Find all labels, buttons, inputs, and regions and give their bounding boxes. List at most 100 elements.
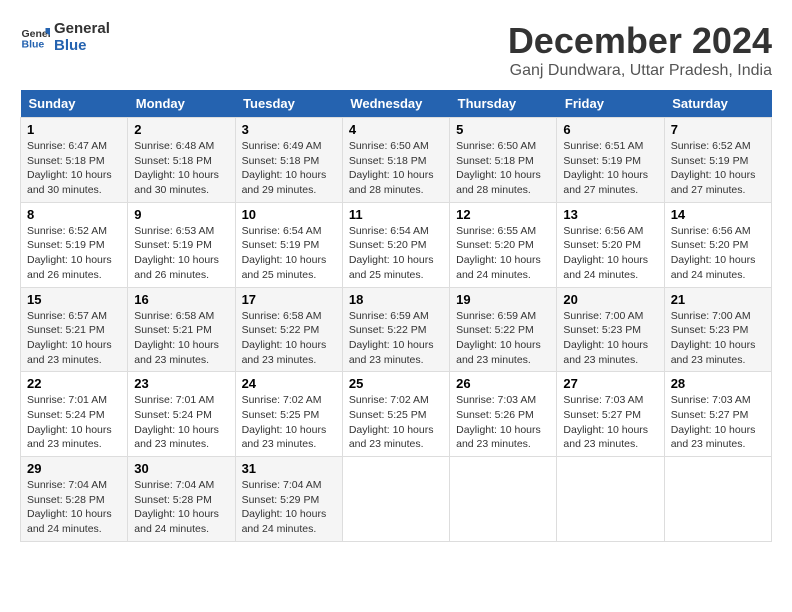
day-number: 6 — [563, 122, 657, 137]
calendar-cell: 26 Sunrise: 7:03 AMSunset: 5:26 PMDaylig… — [450, 372, 557, 457]
calendar-cell: 16 Sunrise: 6:58 AMSunset: 5:21 PMDaylig… — [128, 287, 235, 372]
day-info: Sunrise: 6:50 AMSunset: 5:18 PMDaylight:… — [349, 139, 443, 198]
day-number: 29 — [27, 461, 121, 476]
day-info: Sunrise: 7:03 AMSunset: 5:27 PMDaylight:… — [563, 393, 657, 452]
calendar-cell: 23 Sunrise: 7:01 AMSunset: 5:24 PMDaylig… — [128, 372, 235, 457]
weekday-header-tuesday: Tuesday — [235, 90, 342, 118]
day-info: Sunrise: 6:51 AMSunset: 5:19 PMDaylight:… — [563, 139, 657, 198]
calendar-week-3: 15 Sunrise: 6:57 AMSunset: 5:21 PMDaylig… — [21, 287, 772, 372]
calendar-cell: 22 Sunrise: 7:01 AMSunset: 5:24 PMDaylig… — [21, 372, 128, 457]
calendar-cell: 30 Sunrise: 7:04 AMSunset: 5:28 PMDaylig… — [128, 457, 235, 542]
day-number: 23 — [134, 376, 228, 391]
day-number: 20 — [563, 292, 657, 307]
day-info: Sunrise: 7:03 AMSunset: 5:27 PMDaylight:… — [671, 393, 765, 452]
page-title: December 2024 — [508, 20, 772, 62]
day-number: 31 — [242, 461, 336, 476]
day-number: 21 — [671, 292, 765, 307]
day-number: 9 — [134, 207, 228, 222]
calendar-cell: 31 Sunrise: 7:04 AMSunset: 5:29 PMDaylig… — [235, 457, 342, 542]
calendar-cell: 18 Sunrise: 6:59 AMSunset: 5:22 PMDaylig… — [342, 287, 449, 372]
logo-line1: General — [54, 20, 110, 37]
page-subtitle: Ganj Dundwara, Uttar Pradesh, India — [508, 62, 772, 80]
calendar-cell — [557, 457, 664, 542]
day-info: Sunrise: 6:55 AMSunset: 5:20 PMDaylight:… — [456, 224, 550, 283]
day-info: Sunrise: 6:58 AMSunset: 5:21 PMDaylight:… — [134, 309, 228, 368]
svg-text:Blue: Blue — [22, 39, 45, 51]
calendar-cell: 3 Sunrise: 6:49 AMSunset: 5:18 PMDayligh… — [235, 118, 342, 203]
calendar-table: SundayMondayTuesdayWednesdayThursdayFrid… — [20, 90, 772, 542]
day-info: Sunrise: 6:57 AMSunset: 5:21 PMDaylight:… — [27, 309, 121, 368]
logo: General Blue General Blue — [20, 20, 110, 54]
day-number: 30 — [134, 461, 228, 476]
logo-line2: Blue — [54, 37, 110, 54]
day-number: 25 — [349, 376, 443, 391]
day-info: Sunrise: 6:49 AMSunset: 5:18 PMDaylight:… — [242, 139, 336, 198]
calendar-week-5: 29 Sunrise: 7:04 AMSunset: 5:28 PMDaylig… — [21, 457, 772, 542]
calendar-cell: 10 Sunrise: 6:54 AMSunset: 5:19 PMDaylig… — [235, 202, 342, 287]
day-number: 16 — [134, 292, 228, 307]
day-info: Sunrise: 6:59 AMSunset: 5:22 PMDaylight:… — [349, 309, 443, 368]
calendar-cell — [450, 457, 557, 542]
day-number: 17 — [242, 292, 336, 307]
day-number: 5 — [456, 122, 550, 137]
calendar-cell: 27 Sunrise: 7:03 AMSunset: 5:27 PMDaylig… — [557, 372, 664, 457]
day-info: Sunrise: 7:01 AMSunset: 5:24 PMDaylight:… — [27, 393, 121, 452]
weekday-header-wednesday: Wednesday — [342, 90, 449, 118]
calendar-cell: 29 Sunrise: 7:04 AMSunset: 5:28 PMDaylig… — [21, 457, 128, 542]
day-info: Sunrise: 6:53 AMSunset: 5:19 PMDaylight:… — [134, 224, 228, 283]
day-number: 19 — [456, 292, 550, 307]
calendar-week-2: 8 Sunrise: 6:52 AMSunset: 5:19 PMDayligh… — [21, 202, 772, 287]
calendar-cell: 17 Sunrise: 6:58 AMSunset: 5:22 PMDaylig… — [235, 287, 342, 372]
day-number: 4 — [349, 122, 443, 137]
calendar-cell: 28 Sunrise: 7:03 AMSunset: 5:27 PMDaylig… — [664, 372, 771, 457]
day-info: Sunrise: 7:02 AMSunset: 5:25 PMDaylight:… — [349, 393, 443, 452]
day-number: 28 — [671, 376, 765, 391]
day-number: 26 — [456, 376, 550, 391]
calendar-cell: 20 Sunrise: 7:00 AMSunset: 5:23 PMDaylig… — [557, 287, 664, 372]
calendar-cell: 19 Sunrise: 6:59 AMSunset: 5:22 PMDaylig… — [450, 287, 557, 372]
calendar-week-1: 1 Sunrise: 6:47 AMSunset: 5:18 PMDayligh… — [21, 118, 772, 203]
day-info: Sunrise: 7:00 AMSunset: 5:23 PMDaylight:… — [563, 309, 657, 368]
day-number: 22 — [27, 376, 121, 391]
day-info: Sunrise: 6:56 AMSunset: 5:20 PMDaylight:… — [563, 224, 657, 283]
calendar-cell: 12 Sunrise: 6:55 AMSunset: 5:20 PMDaylig… — [450, 202, 557, 287]
logo-icon: General Blue — [20, 22, 50, 52]
calendar-cell: 13 Sunrise: 6:56 AMSunset: 5:20 PMDaylig… — [557, 202, 664, 287]
calendar-cell: 8 Sunrise: 6:52 AMSunset: 5:19 PMDayligh… — [21, 202, 128, 287]
day-info: Sunrise: 6:47 AMSunset: 5:18 PMDaylight:… — [27, 139, 121, 198]
day-number: 7 — [671, 122, 765, 137]
day-number: 27 — [563, 376, 657, 391]
day-info: Sunrise: 6:58 AMSunset: 5:22 PMDaylight:… — [242, 309, 336, 368]
day-info: Sunrise: 6:54 AMSunset: 5:20 PMDaylight:… — [349, 224, 443, 283]
day-number: 3 — [242, 122, 336, 137]
day-info: Sunrise: 7:01 AMSunset: 5:24 PMDaylight:… — [134, 393, 228, 452]
day-number: 8 — [27, 207, 121, 222]
day-info: Sunrise: 6:52 AMSunset: 5:19 PMDaylight:… — [671, 139, 765, 198]
calendar-cell — [664, 457, 771, 542]
weekday-header-monday: Monday — [128, 90, 235, 118]
day-info: Sunrise: 7:02 AMSunset: 5:25 PMDaylight:… — [242, 393, 336, 452]
header: General Blue General Blue December 2024 … — [20, 20, 772, 80]
calendar-cell: 24 Sunrise: 7:02 AMSunset: 5:25 PMDaylig… — [235, 372, 342, 457]
day-number: 18 — [349, 292, 443, 307]
day-info: Sunrise: 6:59 AMSunset: 5:22 PMDaylight:… — [456, 309, 550, 368]
calendar-cell — [342, 457, 449, 542]
calendar-cell: 11 Sunrise: 6:54 AMSunset: 5:20 PMDaylig… — [342, 202, 449, 287]
weekday-header-sunday: Sunday — [21, 90, 128, 118]
day-number: 11 — [349, 207, 443, 222]
weekday-header-row: SundayMondayTuesdayWednesdayThursdayFrid… — [21, 90, 772, 118]
day-number: 12 — [456, 207, 550, 222]
calendar-cell: 14 Sunrise: 6:56 AMSunset: 5:20 PMDaylig… — [664, 202, 771, 287]
calendar-cell: 25 Sunrise: 7:02 AMSunset: 5:25 PMDaylig… — [342, 372, 449, 457]
day-number: 10 — [242, 207, 336, 222]
day-number: 15 — [27, 292, 121, 307]
title-area: December 2024 Ganj Dundwara, Uttar Prade… — [508, 20, 772, 80]
weekday-header-thursday: Thursday — [450, 90, 557, 118]
calendar-cell: 7 Sunrise: 6:52 AMSunset: 5:19 PMDayligh… — [664, 118, 771, 203]
calendar-cell: 1 Sunrise: 6:47 AMSunset: 5:18 PMDayligh… — [21, 118, 128, 203]
day-info: Sunrise: 7:03 AMSunset: 5:26 PMDaylight:… — [456, 393, 550, 452]
day-info: Sunrise: 7:04 AMSunset: 5:29 PMDaylight:… — [242, 478, 336, 537]
day-number: 14 — [671, 207, 765, 222]
day-info: Sunrise: 6:52 AMSunset: 5:19 PMDaylight:… — [27, 224, 121, 283]
calendar-cell: 9 Sunrise: 6:53 AMSunset: 5:19 PMDayligh… — [128, 202, 235, 287]
